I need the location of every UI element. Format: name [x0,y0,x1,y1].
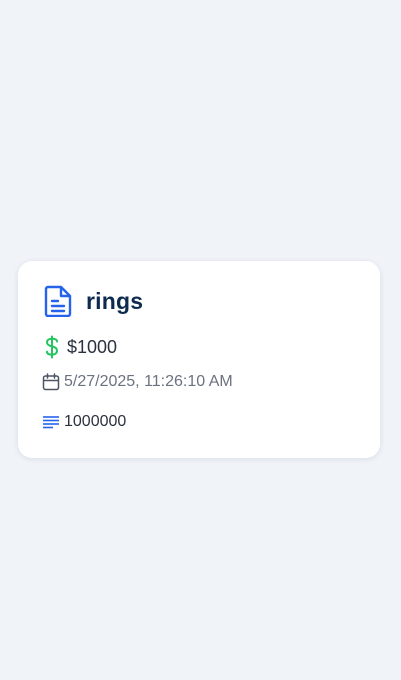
item-price: $1000 [67,336,118,357]
document-icon [44,285,72,317]
item-price-row: $1000 [44,335,117,359]
item-name: rings [86,287,144,314]
item-card[interactable]: rings $1000 5/27/2025, 11:26:10 AM 10000… [18,261,380,458]
calendar-icon [42,373,60,391]
dollar-icon [44,335,60,359]
item-date-row: 5/27/2025, 11:26:10 AM [42,372,233,392]
lines-icon [42,413,60,431]
item-date: 5/27/2025, 11:26:10 AM [64,373,233,390]
item-quantity-row: 1000000 [42,412,126,432]
item-title-row: rings [44,285,143,317]
item-quantity: 1000000 [64,413,127,430]
